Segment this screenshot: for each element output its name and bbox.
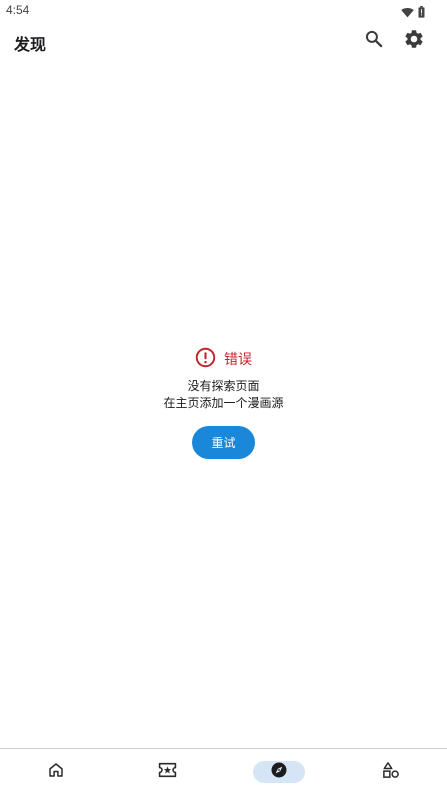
search-button[interactable] (361, 28, 387, 54)
nav-browse[interactable] (253, 761, 305, 783)
status-icons (401, 3, 425, 22)
error-state: 错误 没有探索页面 在主页添加一个漫画源 重试 (0, 346, 447, 459)
nav-updates[interactable] (141, 761, 193, 783)
wifi-icon (401, 3, 414, 22)
retry-button[interactable]: 重试 (192, 426, 255, 459)
error-heading: 错误 (0, 346, 447, 372)
home-icon (47, 761, 65, 783)
nav-more[interactable] (365, 761, 417, 783)
status-bar: 4:54 (0, 0, 447, 20)
compass-icon (270, 761, 288, 783)
settings-button[interactable] (401, 28, 427, 54)
error-title: 错误 (224, 352, 252, 368)
app-bar: 发现 (0, 22, 447, 62)
error-hint: 在主页添加一个漫画源 (163, 396, 284, 410)
ticket-icon (158, 762, 177, 782)
bottom-nav (0, 749, 447, 796)
battery-icon (418, 3, 425, 22)
status-time: 4:54 (6, 3, 30, 17)
nav-home[interactable] (30, 761, 82, 783)
page-title: 发现 (14, 35, 47, 54)
error-icon (195, 347, 216, 372)
error-message: 没有探索页面 (187, 379, 260, 393)
search-icon (364, 29, 384, 53)
settings-icon (403, 28, 425, 54)
shapes-icon (382, 761, 400, 783)
